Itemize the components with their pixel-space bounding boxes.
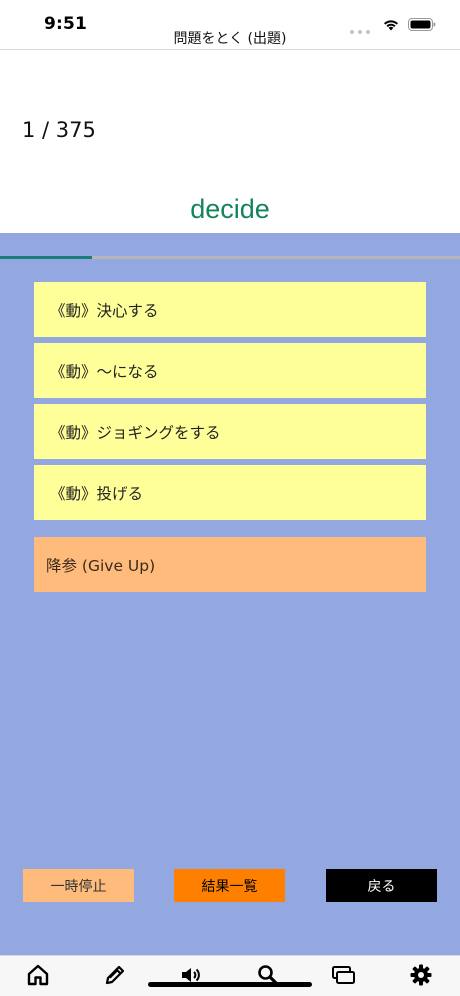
home-indicator [148,982,312,987]
tab-bar [0,955,460,996]
home-icon[interactable] [25,962,51,988]
choice-label: 《動》決心する [50,301,159,320]
choice-label: 《動》投げる [50,484,144,503]
quiz-area [0,233,460,955]
choice-button[interactable]: 《動》～になる [34,343,426,398]
pause-button[interactable]: 一時停止 [23,869,134,902]
results-button[interactable]: 結果一覧 [174,869,285,902]
choice-button[interactable]: 《動》ジョギングをする [34,404,426,459]
progress-bar [0,256,460,259]
choice-label: 《動》ジョギングをする [50,423,221,442]
giveup-label: 降参 (Give Up) [46,556,156,575]
choice-button[interactable]: 《動》投げる [34,465,426,520]
more-dots-icon [350,30,370,34]
choice-label: 《動》～になる [50,362,159,381]
page-title: 問題をとく (出題) [173,31,287,47]
gear-icon[interactable] [408,962,434,988]
pencil-icon[interactable] [102,962,128,988]
question-counter: 1 / 375 [22,118,96,142]
back-button[interactable]: 戻る [326,869,437,902]
progress-fill [0,256,92,259]
flashcards-icon[interactable] [331,962,357,988]
nav-divider [0,49,460,50]
status-bar: 9:51 [0,0,460,34]
giveup-button[interactable]: 降参 (Give Up) [34,537,426,592]
question-word: decide [190,194,270,224]
choice-button[interactable]: 《動》決心する [34,282,426,337]
